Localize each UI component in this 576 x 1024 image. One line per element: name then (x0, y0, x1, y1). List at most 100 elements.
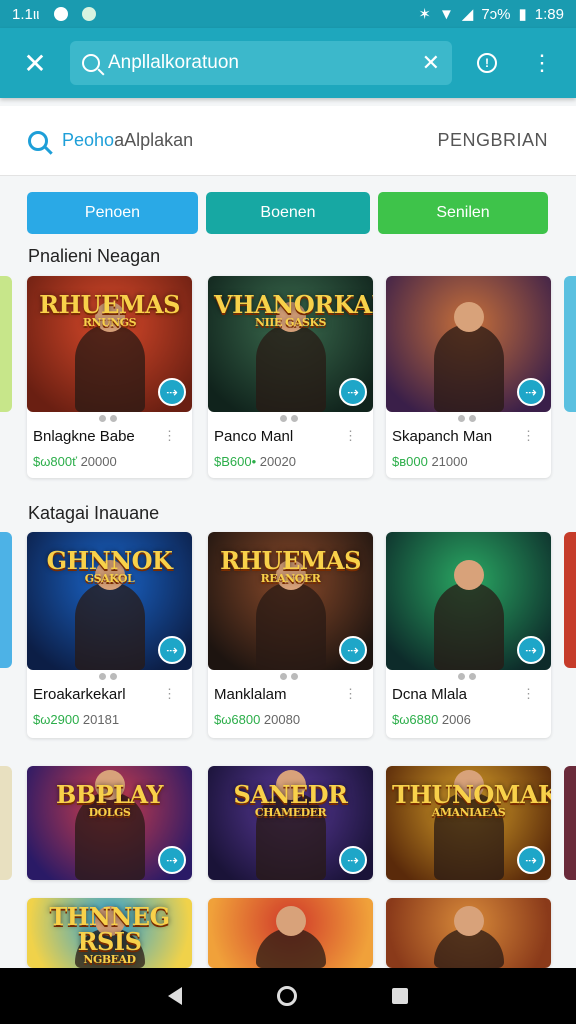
more-icon[interactable]: ⋮ (163, 686, 176, 702)
app-card[interactable]: BBPLAY DOLGS ⇢ (27, 766, 192, 880)
price-value: $В600• (214, 454, 257, 469)
app-thumbnail[interactable]: THNNEG RSIS NGBEAD (27, 898, 192, 968)
app-thumbnail[interactable]: SANEDR CHAMEDER ⇢ (208, 766, 373, 880)
price-value: $ω800ť (33, 454, 77, 469)
status-bar: 1.1ιι ✶ ▼ ◢ 7ɔ% ▮ 1:89 (0, 0, 576, 28)
app-thumbnail[interactable] (386, 898, 551, 968)
app-thumbnail[interactable]: VHANORKAKNIIE GASKS ⇢ (208, 276, 373, 412)
app-name: Dcna Mlala (392, 686, 468, 703)
price-value: $ω2900 (33, 712, 80, 727)
app-thumbnail[interactable]: ⇢ (386, 276, 551, 412)
carousel-edge-right (564, 532, 576, 668)
install-badge-icon[interactable]: ⇢ (158, 636, 186, 664)
hero-figure (74, 560, 145, 670)
chip-senilen[interactable]: Senilen (378, 192, 548, 234)
more-options-icon[interactable]: ⋮ (522, 52, 562, 74)
app-card[interactable]: VHANORKAKNIIE GASKS ⇢ Panco Manl ⋮ $В600• 20… (208, 276, 373, 478)
bluetooth-icon: ✶ (418, 6, 431, 23)
recents-icon[interactable] (392, 988, 409, 1004)
app-card[interactable]: RHUEMAS REANOER ⇢ Manklalam ⋮ $ω6800 20080 (208, 532, 373, 738)
app-thumbnail[interactable]: THUNOMAK AMANIAEAS ⇢ (386, 766, 551, 880)
app-thumbnail[interactable]: BBPLAY DOLGS ⇢ (27, 766, 192, 880)
app-thumbnail[interactable] (208, 898, 373, 968)
app-thumbnail[interactable]: ⇢ (386, 532, 551, 670)
app-card[interactable]: ⇢ Dcna Mlala ⋮ $ω6880 2006 (386, 532, 551, 738)
hero-figure (255, 560, 326, 670)
app-card[interactable]: RHUEMAS RNUNGS ⇢ Bnlagkne Babe ⋮ $ω800ť 20000 (27, 276, 192, 478)
secondary-search-bar[interactable]: PeohoaAlplakan PENGBRIAN (0, 106, 576, 176)
app-card[interactable] (386, 898, 551, 968)
chip-penoen[interactable]: Penoen (27, 192, 198, 234)
clear-icon[interactable]: ✕ (422, 50, 440, 76)
status-time: 1.1ιι (12, 5, 40, 23)
game-logo: THNNEG RSIS NGBEAD (49, 902, 170, 967)
category-chips: Penoen Boenen Senilen (27, 192, 548, 234)
download-count: 21000 (427, 454, 468, 469)
app-thumbnail[interactable]: RHUEMAS RNUNGS ⇢ (27, 276, 192, 412)
install-badge-icon[interactable]: ⇢ (517, 378, 545, 406)
more-icon[interactable]: ⋮ (522, 428, 535, 444)
carousel-edge-left (0, 766, 12, 880)
app-thumbnail[interactable]: RHUEMAS REANOER ⇢ (208, 532, 373, 670)
app-thumbnail[interactable]: GHNNOK GSAKOL ⇢ (27, 532, 192, 670)
app-card[interactable]: ⇢ Skapanch Man ⋮ $в000 21000 (386, 276, 551, 478)
price-value: $ω6880 (392, 712, 439, 727)
install-badge-icon[interactable]: ⇢ (158, 846, 186, 874)
install-badge-icon[interactable]: ⇢ (339, 636, 367, 664)
more-icon[interactable]: ⋮ (522, 686, 535, 702)
carousel-edge-left (0, 532, 12, 668)
game-logo: RHUEMAS RNUNGS (39, 290, 180, 330)
hero-figure (433, 560, 504, 670)
download-count: 20020 (256, 454, 296, 469)
app-price: $ω800ť 20000 (33, 454, 117, 469)
search-action-button[interactable]: PENGBRIAN (437, 130, 548, 151)
search-placeholder-text: aAlplakan (114, 130, 194, 150)
app-name: Manklalam (214, 686, 287, 703)
info-button[interactable]: ! (452, 53, 522, 73)
app-name: Skapanch Man (392, 428, 493, 445)
install-badge-icon[interactable]: ⇢ (339, 378, 367, 406)
app-bar: ✕ Anpllalkoratuon ✕ ! ⋮ (0, 28, 576, 98)
hero-figure (74, 302, 145, 412)
more-icon[interactable]: ⋮ (163, 428, 176, 444)
close-icon[interactable]: ✕ (0, 28, 70, 98)
carousel-dots (280, 415, 302, 422)
app-card[interactable]: GHNNOK GSAKOL ⇢ Eroakarkekarl ⋮ $ω2900 20181 (27, 532, 192, 738)
app-price: $в000 21000 (392, 454, 468, 469)
install-badge-icon[interactable]: ⇢ (339, 846, 367, 874)
chip-boenen[interactable]: Boenen (206, 192, 370, 234)
carousel-edge-right (564, 766, 576, 880)
price-value: $ω6800 (214, 712, 261, 727)
carousel-edge-right (564, 276, 576, 412)
app-name: Panco Manl (214, 428, 294, 445)
price-value: $в000 (392, 454, 428, 469)
home-icon[interactable] (276, 986, 297, 1006)
carousel-dots (99, 415, 121, 422)
download-count: 20181 (79, 712, 120, 727)
app-price: $ω2900 20181 (33, 712, 119, 727)
more-icon[interactable]: ⋮ (344, 428, 357, 444)
download-count: 20000 (76, 454, 117, 469)
carousel-dots (280, 673, 302, 680)
app-card[interactable]: SANEDR CHAMEDER ⇢ (208, 766, 373, 880)
app-card[interactable]: THNNEG RSIS NGBEAD (27, 898, 192, 968)
app-price: $ω6880 2006 (392, 712, 471, 727)
install-badge-icon[interactable]: ⇢ (517, 636, 545, 664)
signal-icon: ◢ (461, 6, 474, 23)
wifi-icon: ▼ (438, 5, 454, 23)
app-name: Bnlagkne Babe (33, 428, 135, 445)
carousel-dots (99, 673, 121, 680)
install-badge-icon[interactable]: ⇢ (158, 378, 186, 406)
search-placeholder: PeohoaAlplakan (62, 130, 437, 151)
app-card[interactable] (208, 898, 373, 968)
search-icon (82, 54, 100, 72)
status-clock: 1:89 (534, 5, 564, 23)
more-icon[interactable]: ⋮ (344, 686, 357, 702)
battery-percent: 7ɔ% (481, 5, 511, 23)
hero-figure (433, 302, 504, 412)
app-price: $ω6800 20080 (214, 712, 300, 727)
search-input[interactable]: Anpllalkoratuon ✕ (70, 41, 452, 85)
install-badge-icon[interactable]: ⇢ (517, 846, 545, 874)
back-icon[interactable] (167, 987, 182, 1005)
app-card[interactable]: THUNOMAK AMANIAEAS ⇢ (386, 766, 551, 880)
